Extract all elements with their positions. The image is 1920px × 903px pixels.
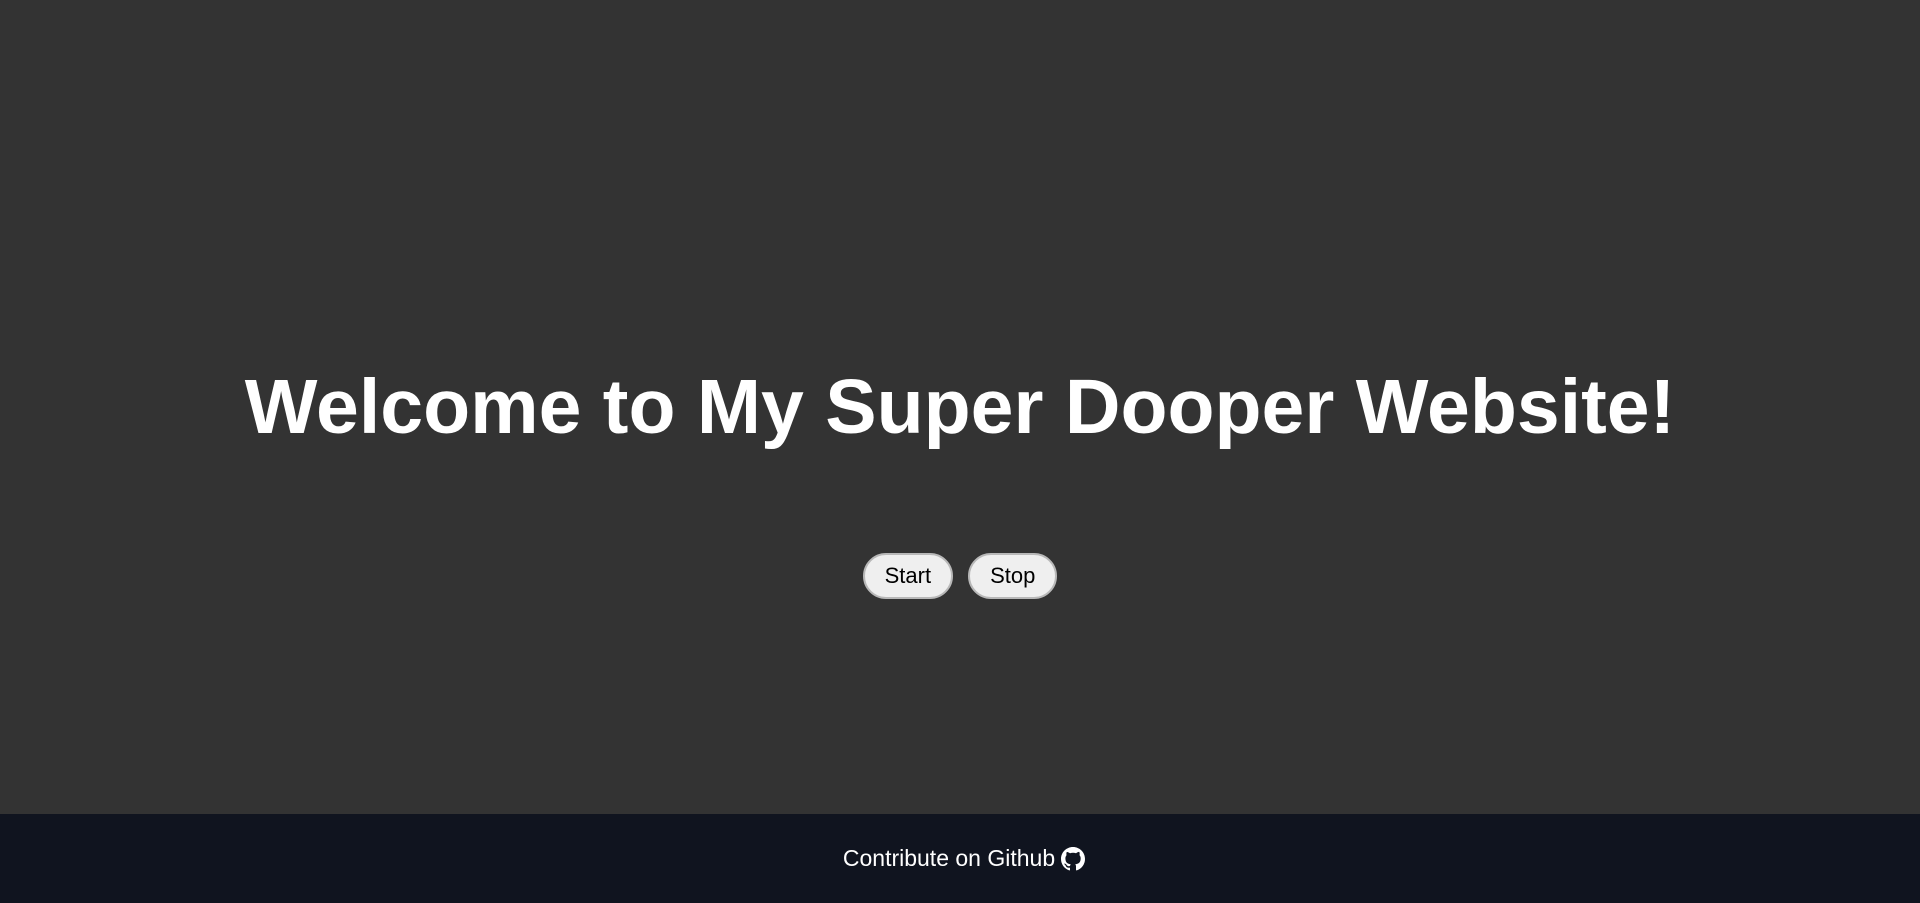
controls: Start Stop xyxy=(0,553,1920,599)
github-icon xyxy=(1061,846,1086,871)
page: Welcome to My Super Dooper Website! Star… xyxy=(0,0,1920,903)
page-title: Welcome to My Super Dooper Website! xyxy=(244,364,1676,450)
main-section: Welcome to My Super Dooper Website! Star… xyxy=(0,0,1920,814)
github-link-label: Contribute on Github xyxy=(842,845,1056,871)
stop-button[interactable]: Stop xyxy=(968,553,1058,599)
footer: Contribute on Github xyxy=(0,814,1920,903)
start-button[interactable]: Start xyxy=(862,553,954,599)
github-link[interactable]: Contribute on Github xyxy=(842,845,1086,872)
